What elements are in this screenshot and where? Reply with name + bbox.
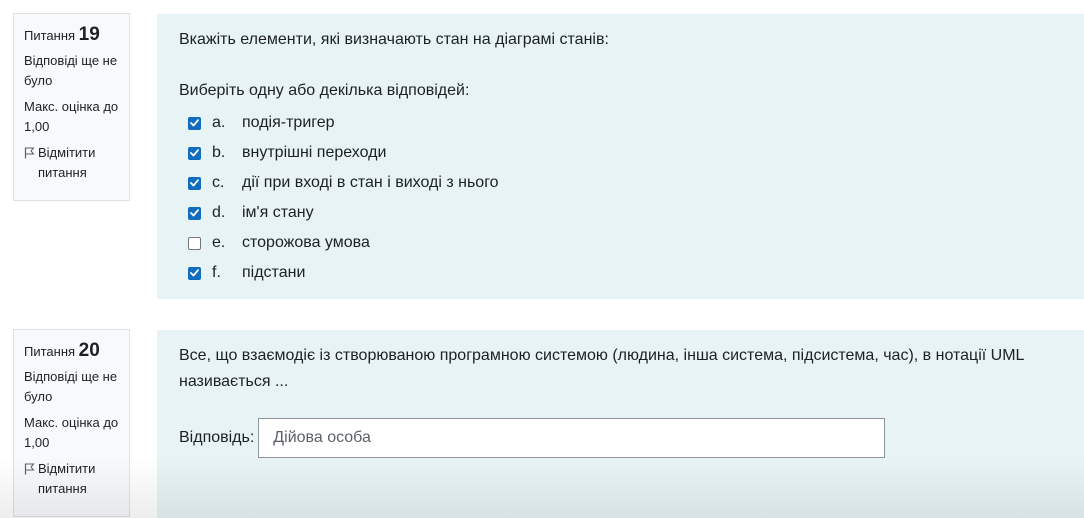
answer-prompt: Виберіть одну або декілька відповідей: [179, 82, 470, 99]
question-label: Питання [24, 28, 76, 43]
option-text: внутрішні переходи [242, 144, 387, 161]
option-letter: d. [212, 204, 226, 221]
question-info-20: Питання 20 Відповіді ще не було Макс. оц… [13, 329, 130, 517]
flag-question-link[interactable]: Відмітити питання [24, 143, 119, 183]
question-info-19: Питання 19 Відповіді ще не було Макс. оц… [13, 13, 130, 201]
question-number-value: 19 [78, 24, 100, 45]
flag-question-link[interactable]: Відмітити питання [24, 459, 119, 499]
option-letter: f. [212, 264, 221, 281]
option-letter: c. [212, 174, 225, 191]
answer-label: Відповідь: [179, 429, 255, 446]
check-icon [190, 269, 199, 277]
question-text: Все, що взаємодіє із створюваною програм… [179, 347, 1024, 390]
flag-question-label[interactable]: Відмітити питання [38, 143, 119, 183]
answer-checkbox[interactable] [188, 236, 201, 250]
answer-option[interactable]: e. сторожова умова [188, 228, 499, 258]
answer-option[interactable]: f. підстани [188, 258, 499, 288]
option-letter: a. [212, 114, 226, 131]
check-icon [190, 119, 199, 127]
answer-input[interactable]: Дійова особа [258, 418, 886, 458]
question-number-value: 20 [78, 340, 100, 361]
question-text: Вкажіть елементи, які визначають стан на… [179, 31, 609, 48]
question-grade: Макс. оцінка до 1,00 [24, 415, 119, 450]
flag-icon [24, 463, 35, 475]
question-content-19: Вкажіть елементи, які визначають стан на… [157, 14, 1084, 299]
question-grade: Макс. оцінка до 1,00 [24, 99, 119, 134]
option-text: дії при вході в стан і виході з нього [242, 174, 499, 191]
check-icon [190, 209, 199, 217]
option-letter: e. [212, 234, 226, 251]
question-state: Відповіді ще не було [24, 369, 118, 404]
option-text: ім'я стану [242, 204, 314, 221]
flag-icon [24, 147, 35, 159]
question-state: Відповіді ще не було [24, 53, 118, 88]
answer-checkbox[interactable] [188, 206, 201, 220]
option-text: подія-тригер [242, 114, 335, 131]
answer-option[interactable]: c. дії при вході в стан і виході з нього [188, 168, 499, 198]
question-label: Питання [24, 344, 76, 359]
answer-option[interactable]: d. ім'я стану [188, 198, 499, 228]
check-icon [190, 149, 199, 157]
answer-checkbox[interactable] [188, 116, 201, 130]
check-icon [190, 179, 199, 187]
option-letter: b. [212, 144, 226, 161]
answer-option[interactable]: a. подія-тригер [188, 108, 499, 138]
answer-checkbox[interactable] [188, 146, 201, 160]
question-content-20: Все, що взаємодіє із створюваною програм… [157, 330, 1084, 518]
option-text: сторожова умова [242, 234, 370, 251]
answer-row: Відповідь: Дійова особа [179, 418, 886, 458]
answer-option[interactable]: b. внутрішні переходи [188, 138, 499, 168]
answer-options: a. подія-тригер b. внутрішні переходи c. дії … [188, 108, 499, 288]
option-text: підстани [242, 264, 306, 281]
question-number: Питання 19 [24, 24, 119, 47]
answer-checkbox[interactable] [188, 266, 201, 280]
question-number: Питання 20 [24, 340, 119, 363]
flag-question-label[interactable]: Відмітити питання [38, 459, 119, 499]
answer-checkbox[interactable] [188, 176, 201, 190]
